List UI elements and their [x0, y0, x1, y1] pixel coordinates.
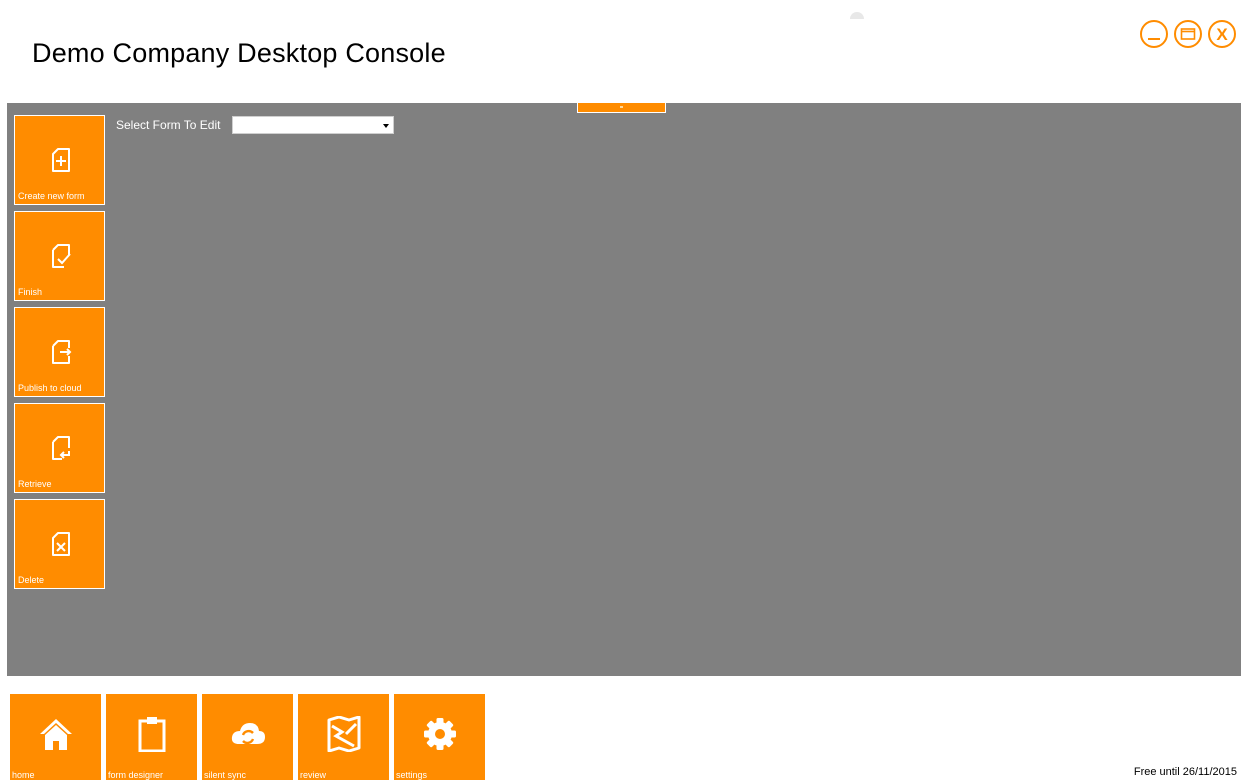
close-button[interactable]: X — [1208, 20, 1236, 48]
nav-label: home — [12, 770, 35, 780]
scroll-indicator — [850, 12, 864, 19]
chevron-down-icon — [383, 124, 389, 128]
tile-label: Create new form — [18, 191, 85, 201]
tile-label: Delete — [18, 575, 45, 585]
tile-label: Finish — [18, 287, 43, 297]
app-title: Demo Company Desktop Console — [32, 38, 446, 68]
minimize-button[interactable] — [1140, 20, 1168, 48]
nav-label: settings — [396, 770, 428, 780]
nav-label: silent sync — [204, 770, 247, 780]
file-export-icon — [52, 340, 72, 364]
file-import-icon — [52, 436, 70, 460]
window-controls: X — [1140, 20, 1236, 48]
maximize-icon — [1180, 28, 1196, 40]
publish-to-cloud-button[interactable]: Publish to cloud — [14, 307, 105, 397]
minimize-icon — [1148, 38, 1160, 40]
nav-form-designer[interactable]: form designer — [106, 694, 197, 780]
nav-home[interactable]: home — [10, 694, 101, 780]
license-status: Free until 26/11/2015 — [1133, 766, 1237, 778]
gear-icon — [424, 718, 456, 750]
tile-label: Publish to cloud — [18, 383, 82, 393]
file-plus-icon — [52, 148, 70, 172]
tile-label: Retrieve — [18, 479, 52, 489]
nav-silent-sync[interactable]: silent sync — [202, 694, 293, 780]
workspace-panel: Create new form Finish Publish to cloud — [7, 103, 1241, 676]
select-form-label: Select Form To Edit — [116, 118, 221, 132]
maximize-button[interactable] — [1174, 20, 1202, 48]
retrieve-button[interactable]: Retrieve — [14, 403, 105, 493]
nav-settings[interactable]: settings — [394, 694, 485, 780]
collapse-indicator — [620, 106, 623, 108]
home-icon — [40, 719, 72, 750]
close-icon: X — [1216, 24, 1228, 44]
form-actions-sidebar: Create new form Finish Publish to cloud — [14, 115, 105, 595]
panel-collapse-tab[interactable] — [577, 103, 666, 113]
nav-review[interactable]: review — [298, 694, 389, 780]
finish-button[interactable]: Finish — [14, 211, 105, 301]
form-select-dropdown[interactable] — [232, 116, 394, 134]
bottom-navigation: home form designer silent sync review se… — [10, 694, 485, 780]
cloud-sync-icon — [231, 723, 265, 745]
create-new-form-button[interactable]: Create new form — [14, 115, 105, 205]
map-review-icon — [327, 716, 361, 752]
nav-label: review — [300, 770, 327, 780]
file-delete-icon — [52, 532, 70, 556]
clipboard-icon — [138, 717, 166, 752]
delete-button[interactable]: Delete — [14, 499, 105, 589]
nav-label: form designer — [108, 770, 164, 780]
file-check-icon — [52, 244, 71, 268]
